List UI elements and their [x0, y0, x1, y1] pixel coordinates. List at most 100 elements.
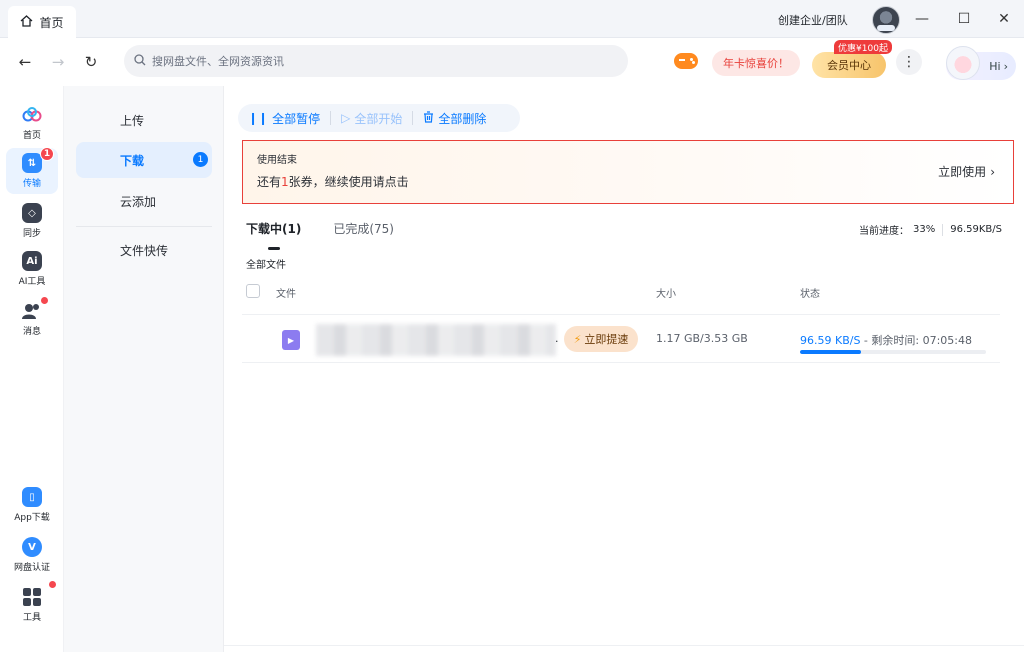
download-count-badge: 1 — [193, 152, 208, 167]
rail-item-tools[interactable]: 工具 — [6, 581, 58, 628]
vip-center-button[interactable]: 会员中心 — [812, 52, 886, 78]
forward-button[interactable]: → — [48, 52, 68, 72]
delete-all-label: 全部删除 — [438, 111, 487, 126]
left-rail: 首页 ⇅ 1 传输 ◇ 同步 Ai AI工具 消息 ▯ App下载 V 网盘认证… — [0, 86, 64, 652]
download-speed: 96.59 KB/S — [800, 334, 861, 347]
chevron-right-icon: › — [1003, 59, 1008, 73]
rail-label: 消息 — [22, 327, 41, 337]
progress-percent: 33% — [913, 224, 936, 235]
file-name-suffix: . — [555, 332, 559, 345]
tab-completed[interactable]: 已完成(75) — [333, 220, 394, 244]
coupon-count: 1 — [281, 175, 289, 189]
refresh-button[interactable]: ↻ — [81, 52, 101, 72]
download-tabs: 下载中(1) 已完成(75) — [246, 220, 394, 250]
boost-label: 立即提速 — [584, 333, 629, 346]
table-header: 文件 大小 状态 — [242, 282, 1000, 302]
game-icon[interactable] — [674, 53, 698, 69]
user-avatar[interactable] — [872, 6, 900, 34]
trash-icon — [423, 110, 434, 126]
boost-speed-button[interactable]: ⚡ 立即提速 — [564, 326, 638, 352]
maximize-button[interactable]: ☐ — [954, 10, 974, 28]
phone-icon: ▯ — [22, 487, 42, 507]
transfer-icon: ⇅ 1 — [22, 147, 54, 173]
verify-icon: V — [22, 537, 42, 557]
chevron-right-icon: › — [990, 164, 995, 179]
rail-label: 工具 — [22, 613, 41, 623]
notice-desc-prefix: 还有 — [257, 175, 282, 189]
title-bar: 首页 创建企业/团队 — ☐ ✕ — [0, 0, 1024, 38]
ai-tools-icon: Ai — [22, 251, 42, 271]
progress-summary: 当前进度： 33% 96.59KB/S — [859, 222, 1002, 237]
message-unread-dot — [41, 297, 48, 304]
subnav-divider — [76, 226, 212, 227]
transfer-count-badge: 1 — [40, 147, 54, 161]
rail-item-home[interactable]: 首页 — [6, 100, 58, 146]
rail-item-verify[interactable]: V 网盘认证 — [6, 532, 58, 578]
start-all-button[interactable]: ▷ 全部开始 — [331, 104, 412, 132]
progress-speed: 96.59KB/S — [950, 224, 1002, 235]
table-row[interactable]: ▶ . ⚡ 立即提速 1.17 GB/3.53 GB 96.59 KB/S - … — [242, 320, 1000, 360]
home-icon — [20, 14, 33, 30]
subnav-item-quick-transfer[interactable]: 文件快传 — [76, 232, 212, 268]
rail-label: 首页 — [22, 131, 41, 141]
cloud-icon — [22, 105, 42, 125]
pause-all-label: 全部暂停 — [272, 111, 321, 126]
mascot-avatar[interactable] — [946, 46, 980, 80]
tools-unread-dot — [49, 581, 56, 588]
use-now-link[interactable]: 立即使用 › — [938, 163, 995, 180]
back-button[interactable]: ← — [15, 52, 35, 72]
download-status: 96.59 KB/S - 剩余时间: 07:05:48 — [800, 332, 972, 348]
progress-label: 当前进度： — [859, 226, 909, 237]
create-enterprise-link[interactable]: 创建企业/团队 — [778, 12, 848, 28]
pause-icon: ❙❙ — [248, 111, 269, 125]
rail-item-sync[interactable]: ◇ 同步 — [6, 198, 58, 244]
nav-bar: ← → ↻ 年卡惊喜价！ 会员中心 优惠¥100起 ⋮ Hi › — [0, 38, 1024, 86]
all-files-breadcrumb: 全部文件 — [246, 260, 286, 271]
lightning-icon: ⚡ — [573, 332, 582, 346]
main-panel: ❙❙ 全部暂停 ▷ 全部开始 全部删除 使用结束 还有1张券，继续使用请点击 立… — [224, 86, 1024, 652]
close-button[interactable]: ✕ — [994, 10, 1014, 28]
minimize-button[interactable]: — — [912, 10, 932, 28]
select-all-checkbox[interactable] — [246, 284, 260, 298]
rail-label: 网盘认证 — [13, 563, 50, 573]
file-size: 1.17 GB/3.53 GB — [656, 332, 748, 345]
play-icon: ▷ — [341, 111, 351, 125]
pause-all-button[interactable]: ❙❙ 全部暂停 — [238, 104, 330, 132]
annual-card-button[interactable]: 年卡惊喜价！ — [712, 50, 800, 76]
notice-desc-suffix: 张券，继续使用请点击 — [288, 175, 409, 189]
more-menu-button[interactable]: ⋮ — [896, 49, 922, 75]
file-name-blurred — [316, 324, 556, 356]
rail-item-transfer[interactable]: ⇅ 1 传输 — [6, 147, 58, 194]
rail-label: 同步 — [22, 229, 41, 239]
download-progress-bar — [800, 350, 986, 354]
download-progress-fill — [800, 350, 862, 354]
summary-divider — [942, 223, 944, 236]
rail-item-messages[interactable]: 消息 — [6, 296, 58, 342]
subnav-item-download[interactable]: 下载 1 — [76, 142, 212, 178]
rail-item-ai-tools[interactable]: Ai AI工具 — [6, 246, 58, 292]
rail-item-app-download[interactable]: ▯ App下载 — [6, 482, 58, 528]
row-divider — [242, 362, 1000, 363]
video-file-icon: ▶ — [282, 330, 300, 350]
use-now-label: 立即使用 — [938, 165, 987, 179]
tab-downloading[interactable]: 下载中(1) — [246, 220, 301, 250]
delete-all-button[interactable]: 全部删除 — [413, 104, 496, 132]
home-tab-label: 首页 — [39, 15, 64, 30]
bottom-divider — [224, 645, 1024, 646]
rail-label: App下载 — [14, 513, 50, 523]
search-box[interactable] — [124, 45, 628, 77]
search-icon — [134, 53, 146, 69]
time-remaining: - 剩余时间: 07:05:48 — [860, 334, 973, 347]
subnav-item-cloud-add[interactable]: 云添加 — [76, 183, 212, 219]
col-status: 状态 — [800, 289, 820, 300]
subnav-label: 下载 — [120, 153, 145, 168]
home-tab[interactable]: 首页 — [8, 6, 76, 38]
subnav-item-upload[interactable]: 上传 — [76, 102, 212, 138]
col-size: 大小 — [656, 289, 676, 300]
coupon-notice-banner: 使用结束 还有1张券，继续使用请点击 立即使用 › — [242, 140, 1014, 204]
rail-label: AI工具 — [18, 277, 46, 287]
search-input[interactable] — [152, 54, 592, 68]
notice-title: 使用结束 — [257, 155, 297, 166]
notice-description: 还有1张券，继续使用请点击 — [257, 173, 409, 190]
transfer-subnav: 上传 下载 1 云添加 文件快传 — [64, 86, 224, 652]
